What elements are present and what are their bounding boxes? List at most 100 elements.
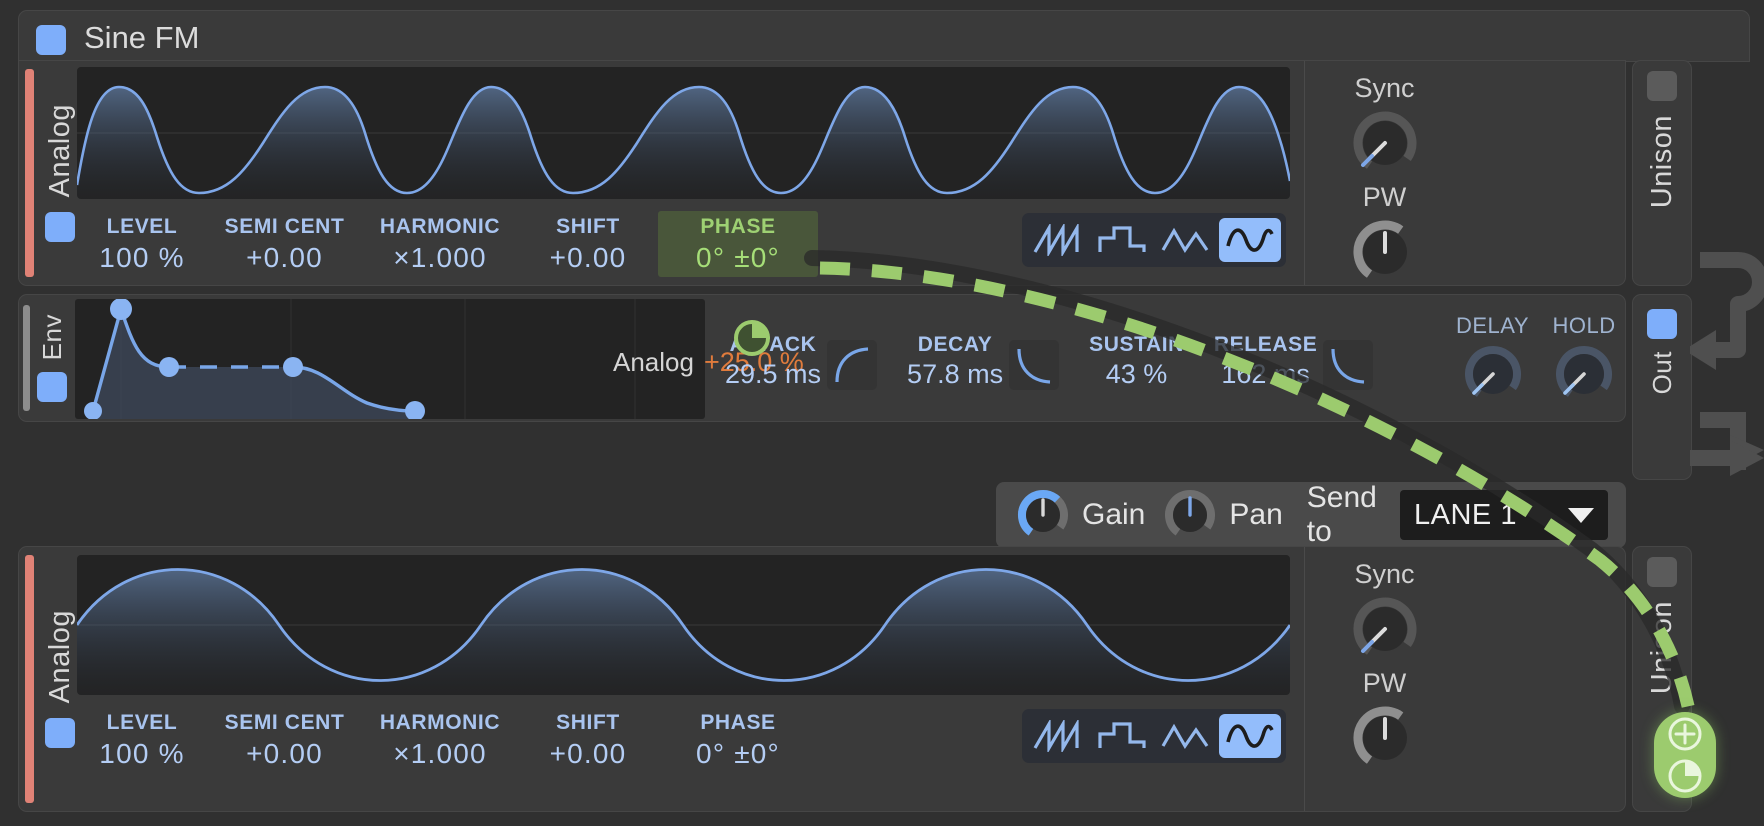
value: +0.00 <box>549 737 627 769</box>
adsr-row: ATTACK 29.5 ms DECAY 57.8 ms SUSTAIN 43 … <box>725 333 1374 390</box>
label: SHIFT <box>556 214 620 238</box>
label: PHASE <box>700 214 776 238</box>
osc2-param-phase[interactable]: PHASE 0° ±0° <box>658 707 818 773</box>
value: +0.00 <box>246 737 323 769</box>
value: ×1.000 <box>393 241 487 273</box>
page-title: Sine FM <box>84 20 200 55</box>
osc2-unison-toggle[interactable] <box>1647 557 1677 587</box>
gain-label: Gain <box>1082 498 1146 531</box>
gain-knob[interactable] <box>1014 486 1072 544</box>
chevron-down-icon <box>1568 507 1594 523</box>
envelope-decay[interactable]: DECAY 57.8 ms <box>907 333 1060 390</box>
osc1-unison-toggle[interactable] <box>1647 71 1677 101</box>
plugin-window: Sine FM Analog LEVEL 100 % SEMI CENT +0.… <box>0 0 1764 826</box>
osc2-rail-label: Analog <box>43 610 76 704</box>
osc1-param-shift[interactable]: SHIFT +0.00 <box>518 211 658 277</box>
osc1-sync-label: Sync <box>1354 73 1415 103</box>
send-to-lane-select[interactable]: LANE 1 <box>1400 490 1608 540</box>
value: +0.00 <box>246 241 323 273</box>
envelope-mode-label: Analog <box>613 347 694 377</box>
env-color-stripe <box>23 305 30 411</box>
osc1-param-phase[interactable]: PHASE 0° ±0° <box>658 211 818 277</box>
osc2-sync-pw-column: Sync PW <box>1304 547 1464 811</box>
label: DELAY <box>1456 313 1530 338</box>
out-rail-label: Out <box>1646 351 1677 395</box>
env-rail-label: Env <box>36 313 67 361</box>
osc1-sync-knob[interactable] <box>1348 106 1422 180</box>
osc1-param-level[interactable]: LEVEL 100 % <box>77 211 207 277</box>
osc1-param-semi-cent[interactable]: SEMI CENT +0.00 <box>207 211 362 277</box>
env-enable-toggle[interactable] <box>37 372 67 403</box>
pan-knob[interactable] <box>1161 486 1219 544</box>
label: HARMONIC <box>379 214 501 238</box>
label: SEMI CENT <box>224 214 345 238</box>
osc2-param-level[interactable]: LEVEL 100 % <box>77 707 207 773</box>
plus-icon <box>1668 717 1702 751</box>
oscillator-1-panel: Analog LEVEL 100 % SEMI CENT +0.00 HARMO… <box>18 60 1626 286</box>
label: DECAY <box>917 333 993 356</box>
osc2-wave-sine-button[interactable] <box>1219 714 1281 758</box>
osc2-wave-saw-button[interactable] <box>1027 714 1089 758</box>
label: SHIFT <box>556 710 620 734</box>
out-rail: Out <box>1632 294 1692 480</box>
osc2-param-harmonic[interactable]: HARMONIC ×1.000 <box>362 707 518 773</box>
envelope-release[interactable]: RELEASE 162 ms <box>1213 333 1374 390</box>
value: 0° ±0° <box>696 737 780 769</box>
osc2-pw-label: PW <box>1362 668 1407 698</box>
phase-modulation-handle[interactable] <box>730 316 774 365</box>
osc1-pw-knob[interactable] <box>1348 215 1422 289</box>
label: RELEASE <box>1213 333 1318 356</box>
osc2-pw-knob[interactable] <box>1348 701 1422 775</box>
osc2-param-shift[interactable]: SHIFT +0.00 <box>518 707 658 773</box>
osc1-wave-triangle-button[interactable] <box>1155 218 1217 262</box>
osc2-enable-toggle[interactable] <box>45 717 75 748</box>
label: PHASE <box>700 710 776 734</box>
osc2-waveform-display[interactable] <box>77 555 1290 695</box>
envelope-sustain[interactable]: SUSTAIN 43 % <box>1089 333 1184 390</box>
module-enable-toggle[interactable] <box>36 25 66 55</box>
label: LEVEL <box>106 214 178 238</box>
lane-value: LANE 1 <box>1414 498 1517 531</box>
osc1-wave-saw-button[interactable] <box>1027 218 1089 262</box>
osc1-unison-label: Unison <box>1645 115 1678 209</box>
envelope-delay[interactable]: DELAY <box>1456 313 1529 407</box>
env-rail: Env <box>31 301 73 415</box>
osc1-pw-label: PW <box>1362 182 1407 212</box>
osc1-wave-sine-button[interactable] <box>1219 218 1281 262</box>
pan-control[interactable]: Pan <box>1161 486 1283 544</box>
title-bar <box>18 10 1750 62</box>
label: LEVEL <box>106 710 178 734</box>
osc2-wave-square-button[interactable] <box>1091 714 1153 758</box>
label: SUSTAIN <box>1089 333 1184 356</box>
osc1-param-harmonic[interactable]: HARMONIC ×1.000 <box>362 211 518 277</box>
output-routing-arrow <box>1690 440 1764 476</box>
envelope-panel: Env Analog +25.0 % ATTACK 29.5 ms DECAY … <box>18 294 1626 422</box>
label: SEMI CENT <box>224 710 345 734</box>
delay-knob[interactable] <box>1460 341 1526 407</box>
decay-curve-icon[interactable] <box>1009 340 1060 390</box>
osc1-waveform-display[interactable] <box>77 67 1290 199</box>
envelope-graph[interactable] <box>75 299 705 419</box>
drag-drop-badge[interactable] <box>1654 712 1716 798</box>
osc1-waveform-selector[interactable] <box>1022 213 1286 267</box>
output-bar: Gain Pan Send to LANE 1 <box>996 481 1626 548</box>
osc1-enable-toggle[interactable] <box>45 211 75 242</box>
value: 0° ±0° <box>696 241 780 273</box>
release-curve-icon[interactable] <box>1323 340 1374 390</box>
gain-control[interactable]: Gain <box>1014 486 1145 544</box>
attack-curve-icon[interactable] <box>827 340 878 390</box>
osc1-rail-label: Analog <box>43 104 76 198</box>
osc1-wave-square-button[interactable] <box>1091 218 1153 262</box>
osc2-sync-knob[interactable] <box>1348 592 1422 666</box>
osc2-param-strip: LEVEL 100 % SEMI CENT +0.00 HARMONIC ×1.… <box>77 707 818 773</box>
osc2-sync-label: Sync <box>1354 559 1415 589</box>
osc1-unison-rail: Unison <box>1632 60 1692 286</box>
osc1-color-stripe <box>25 69 34 277</box>
hold-knob[interactable] <box>1551 341 1617 407</box>
osc2-wave-triangle-button[interactable] <box>1155 714 1217 758</box>
oscillator-2-panel: Analog LEVEL 100 % SEMI CENT +0.00 HARMO… <box>18 546 1626 812</box>
envelope-hold[interactable]: HOLD <box>1551 313 1617 407</box>
out-enable-toggle[interactable] <box>1647 309 1677 339</box>
osc2-param-semi-cent[interactable]: SEMI CENT +0.00 <box>207 707 362 773</box>
osc2-waveform-selector[interactable] <box>1022 709 1286 763</box>
